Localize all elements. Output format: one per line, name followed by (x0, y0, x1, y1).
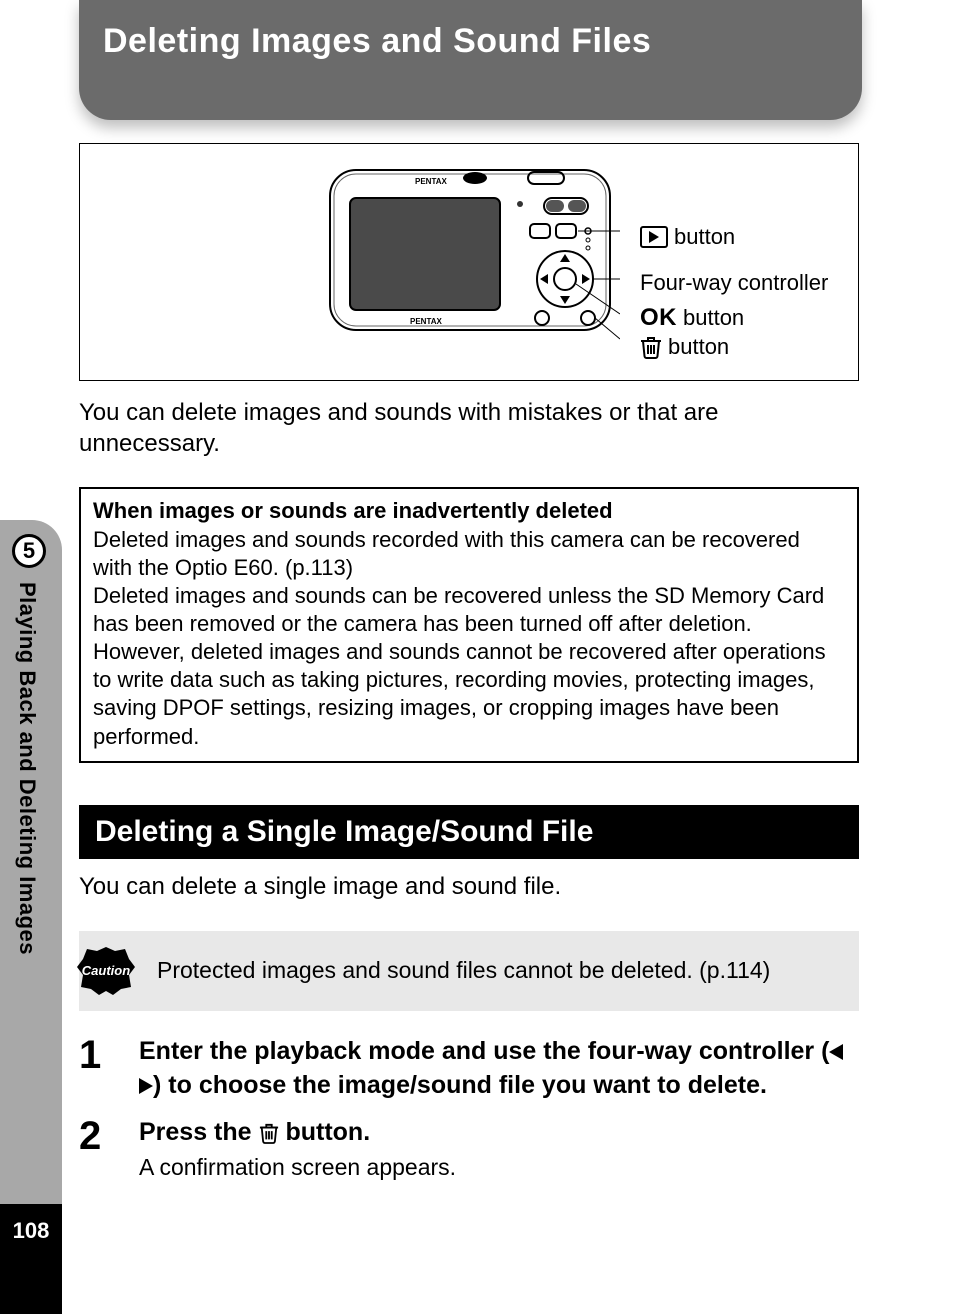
info-box-p3: However, deleted images and sounds canno… (93, 638, 845, 751)
ok-label-bold: OK (640, 304, 677, 332)
callout-trash-label: button (668, 334, 729, 360)
step-2-title: Press the button. (139, 1116, 859, 1150)
info-box: When images or sounds are inadvertently … (79, 487, 859, 762)
play-icon (640, 226, 668, 248)
callout-fourway: Four-way controller (640, 270, 828, 296)
caution-text: Protected images and sound files cannot … (157, 957, 849, 984)
callout-play-label: button (674, 224, 735, 250)
page-header-tab: Deleting Images and Sound Files (79, 0, 862, 120)
steps-list: 1 Enter the playback mode and use the fo… (79, 1035, 859, 1181)
step-2-title-a: Press the (139, 1118, 259, 1146)
chapter-number-badge: 5 (12, 534, 46, 568)
page-number: 108 (0, 1218, 62, 1244)
step-1: 1 Enter the playback mode and use the fo… (79, 1035, 859, 1103)
callout-ok-button: OK button (640, 304, 744, 332)
step-2-detail: A confirmation screen appears. (139, 1154, 859, 1181)
svg-text:PENTAX: PENTAX (410, 317, 443, 326)
step-2-number: 2 (79, 1116, 113, 1181)
svg-text:PENTAX: PENTAX (415, 177, 448, 186)
manual-page: 5 Playing Back and Deleting Images 108 D… (0, 0, 954, 1314)
info-box-p1: Deleted images and sounds recorded with … (93, 526, 845, 582)
page-content: PENTAX PENTAX (79, 143, 859, 1195)
step-1-title-a: Enter the playback mode and use the four… (139, 1037, 829, 1065)
section-heading: Deleting a Single Image/Sound File (79, 805, 859, 859)
caution-badge-label: Caution (82, 963, 130, 978)
right-arrow-icon (139, 1078, 153, 1094)
trash-icon (640, 335, 662, 359)
callout-play-button: button (640, 224, 735, 250)
caution-badge: Caution (75, 945, 137, 997)
intro-paragraph: You can delete images and sounds with mi… (79, 397, 859, 459)
info-box-title: When images or sounds are inadvertently … (93, 497, 845, 525)
caution-note: Caution Protected images and sound files… (79, 931, 859, 1011)
callout-fourway-label: Four-way controller (640, 270, 828, 296)
step-1-number: 1 (79, 1035, 113, 1103)
camera-diagram-box: PENTAX PENTAX (79, 143, 859, 381)
info-box-p2: Deleted images and sounds can be recover… (93, 582, 845, 638)
side-bar: 5 Playing Back and Deleting Images 108 (0, 0, 62, 1314)
step-1-title-b: ) to choose the image/sound file you wan… (153, 1071, 767, 1099)
camera-illustration: PENTAX PENTAX (320, 154, 620, 372)
callout-trash-button: button (640, 334, 729, 360)
step-2-title-b: button. (279, 1118, 371, 1146)
page-title: Deleting Images and Sound Files (103, 22, 651, 61)
section-side-label: Playing Back and Deleting Images (14, 582, 40, 955)
step-1-title: Enter the playback mode and use the four… (139, 1035, 859, 1103)
trash-icon (259, 1122, 279, 1144)
section-intro: You can delete a single image and sound … (79, 873, 859, 901)
left-arrow-icon (829, 1044, 843, 1060)
callout-ok-suffix: button (683, 305, 744, 331)
step-2: 2 Press the button. A confirmation scree… (79, 1116, 859, 1181)
